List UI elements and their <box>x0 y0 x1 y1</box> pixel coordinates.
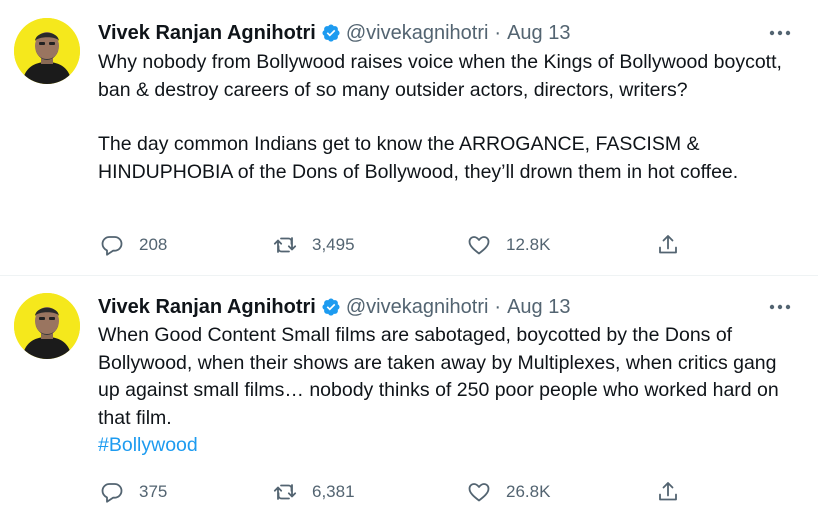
verified-badge-icon <box>322 298 340 316</box>
reply-button[interactable]: 208 <box>100 230 167 260</box>
share-icon <box>659 235 677 254</box>
verified-badge-icon <box>322 24 340 42</box>
heart-icon <box>468 483 490 502</box>
more-dots-icon <box>769 304 791 310</box>
author-name[interactable]: Vivek Ranjan Agnihotri <box>98 296 316 319</box>
tweet-paragraph: The day common Indians get to know the A… <box>98 133 739 183</box>
tweet-actions: 208 3,495 12.8K <box>98 230 698 260</box>
separator-dot: · <box>494 21 502 44</box>
tweet[interactable]: Vivek Ranjan Agnihotri @vivekagnihotri ·… <box>0 276 818 523</box>
reply-icon <box>101 236 123 256</box>
share-button[interactable] <box>656 230 680 260</box>
reply-icon <box>101 483 123 503</box>
avatar[interactable] <box>14 293 80 359</box>
tweet-date[interactable]: Aug 13 <box>507 296 570 319</box>
share-icon <box>659 482 677 501</box>
tweet-actions: 375 6,381 26.8K <box>98 477 698 507</box>
avatar[interactable] <box>14 18 80 84</box>
retweet-icon <box>273 484 297 500</box>
retweet-button[interactable]: 6,381 <box>273 477 355 507</box>
tweet-paragraph: Why nobody from Bollywood raises voice w… <box>98 51 782 101</box>
reply-count: 375 <box>139 482 168 501</box>
tweet-date[interactable]: Aug 13 <box>507 22 570 45</box>
more-dots-icon <box>769 30 791 36</box>
author-handle[interactable]: @vivekagnihotri <box>346 22 489 45</box>
avatar-photo-icon <box>14 293 80 359</box>
like-button[interactable]: 26.8K <box>467 477 550 507</box>
author-handle[interactable]: @vivekagnihotri <box>346 296 489 319</box>
retweet-count: 3,495 <box>312 235 355 254</box>
separator-dot: · <box>494 295 502 318</box>
heart-icon <box>468 236 490 255</box>
tweet-feed: Vivek Ranjan Agnihotri @vivekagnihotri ·… <box>0 0 818 523</box>
hashtag-link[interactable]: #Bollywood <box>98 432 798 460</box>
tweet-text: When Good Content Small films are sabota… <box>98 322 798 460</box>
retweet-button[interactable]: 3,495 <box>273 230 355 260</box>
avatar-photo-icon <box>14 18 80 84</box>
retweet-icon <box>273 237 297 253</box>
like-count: 26.8K <box>506 482 551 501</box>
more-options-button[interactable] <box>766 296 794 318</box>
tweet-paragraph: When Good Content Small films are sabota… <box>98 324 779 429</box>
retweet-count: 6,381 <box>312 482 355 501</box>
tweet-header: Vivek Ranjan Agnihotri @vivekagnihotri ·… <box>98 294 570 320</box>
reply-button[interactable]: 375 <box>100 477 167 507</box>
tweet[interactable]: Vivek Ranjan Agnihotri @vivekagnihotri ·… <box>0 0 818 276</box>
reply-count: 208 <box>139 235 168 254</box>
tweet-header: Vivek Ranjan Agnihotri @vivekagnihotri ·… <box>98 20 570 46</box>
more-options-button[interactable] <box>766 22 794 44</box>
like-count: 12.8K <box>506 235 551 254</box>
share-button[interactable] <box>656 477 680 507</box>
tweet-text: Why nobody from Bollywood raises voice w… <box>98 49 798 186</box>
author-name[interactable]: Vivek Ranjan Agnihotri <box>98 22 316 45</box>
like-button[interactable]: 12.8K <box>467 230 550 260</box>
